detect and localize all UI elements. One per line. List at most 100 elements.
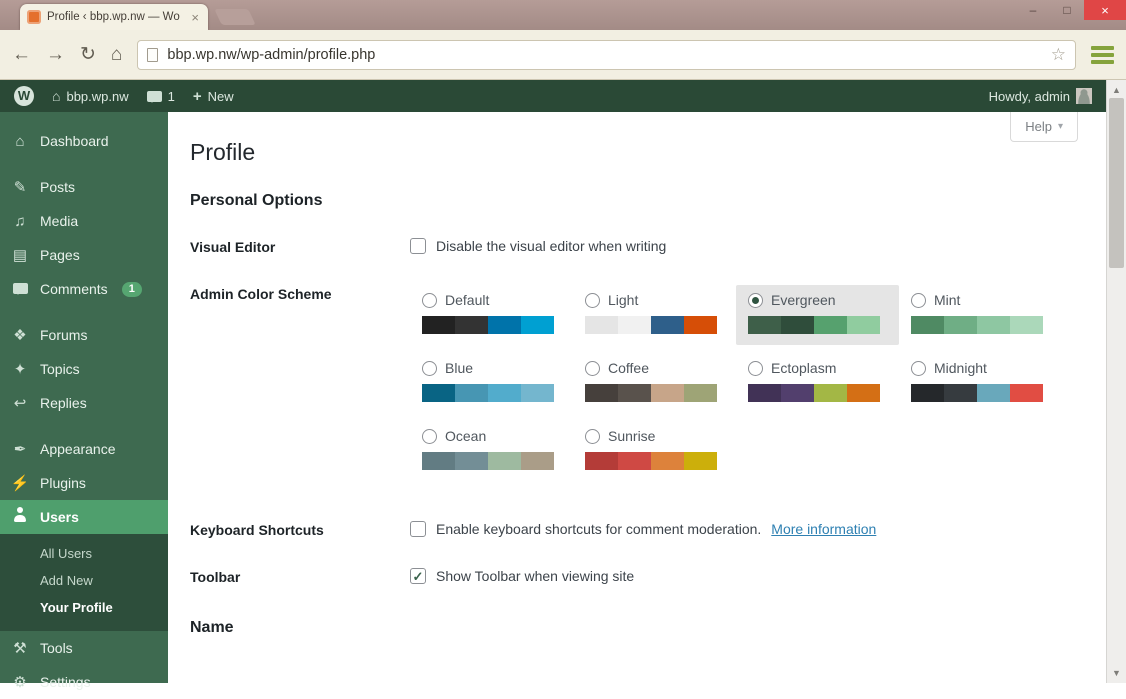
color-swatch (814, 316, 847, 334)
color-swatch (422, 452, 455, 470)
site-name[interactable]: bbp.wp.nw (66, 89, 128, 104)
sidebar-item-tools[interactable]: ⚒ Tools (0, 631, 168, 665)
scroll-down-icon[interactable]: ▼ (1107, 668, 1126, 678)
plugin-icon: ⚡ (10, 475, 30, 492)
scheme-swatches (422, 452, 561, 470)
sidebar-item-media[interactable]: ♫ Media (0, 204, 168, 238)
color-scheme-option-evergreen[interactable]: Evergreen (736, 285, 899, 345)
submenu-item-your-profile[interactable]: Your Profile (0, 594, 168, 621)
bookmark-star-icon[interactable]: ☆ (1051, 45, 1066, 65)
scrollbar-thumb[interactable] (1109, 98, 1124, 268)
radio-icon[interactable] (585, 428, 600, 444)
avatar (1076, 88, 1092, 104)
new-tab-button[interactable] (214, 9, 256, 25)
sidebar-item-label: Pages (40, 247, 80, 263)
sidebar-item-dashboard[interactable]: ⌂ Dashboard (0, 124, 168, 158)
radio-icon[interactable] (911, 360, 926, 376)
sidebar-item-users[interactable]: Users (0, 500, 168, 534)
admin-sidebar: ⌂ Dashboard ✎ Posts ♫ Media ▤ Pages Comm… (0, 112, 168, 691)
comments-count-badge: 1 (121, 281, 142, 297)
radio-icon[interactable] (911, 292, 926, 308)
color-swatch (521, 316, 554, 334)
new-content-menu[interactable]: + New (193, 88, 234, 105)
submenu-item-add-new[interactable]: Add New (0, 567, 168, 594)
sidebar-item-label: Topics (40, 361, 80, 377)
sidebar-item-label: Forums (40, 327, 88, 343)
sidebar-item-label: Tools (40, 640, 73, 656)
site-name-menu[interactable]: ⌂ bbp.wp.nw (52, 88, 129, 104)
tab-close-icon[interactable]: × (189, 10, 201, 25)
sidebar-item-label: Plugins (40, 475, 86, 491)
color-scheme-option-midnight[interactable]: Midnight (899, 353, 1062, 413)
color-swatch (748, 384, 781, 402)
address-bar[interactable]: bbp.wp.nw/wp-admin/profile.php ☆ (137, 39, 1076, 70)
url-text[interactable]: bbp.wp.nw/wp-admin/profile.php (167, 47, 375, 63)
color-swatch (455, 316, 488, 334)
help-button[interactable]: Help ▾ (1010, 112, 1078, 142)
browser-toolbar: ← → ↻ ⌂ bbp.wp.nw/wp-admin/profile.php ☆ (0, 30, 1126, 80)
sidebar-item-forums[interactable]: ❖ Forums (0, 318, 168, 352)
color-scheme-option-mint[interactable]: Mint (899, 285, 1062, 345)
more-information-link[interactable]: More information (771, 521, 876, 537)
sidebar-item-comments[interactable]: Comments 1 (0, 272, 168, 306)
my-account-menu[interactable]: Howdy, admin (989, 88, 1092, 104)
sidebar-item-plugins[interactable]: ⚡ Plugins (0, 466, 168, 500)
comments-shortcut[interactable]: 1 (146, 89, 175, 104)
browser-tab[interactable]: Profile ‹ bbp.wp.nw — Wo × (20, 4, 208, 30)
sidebar-item-topics[interactable]: ✦ Topics (0, 352, 168, 386)
check-icon: ✓ (412, 568, 424, 584)
sidebar-item-posts[interactable]: ✎ Posts (0, 170, 168, 204)
color-swatch (618, 384, 651, 402)
radio-icon[interactable] (585, 360, 600, 376)
scroll-up-icon[interactable]: ▲ (1107, 85, 1126, 95)
color-swatch (781, 384, 814, 402)
maximize-button[interactable]: □ (1050, 0, 1084, 20)
wordpress-logo-icon[interactable]: W (14, 86, 34, 106)
color-scheme-option-blue[interactable]: Blue (410, 353, 573, 413)
sidebar-item-appearance[interactable]: ✒ Appearance (0, 432, 168, 466)
radio-icon[interactable] (422, 360, 437, 376)
color-scheme-option-default[interactable]: Default (410, 285, 573, 345)
visual-editor-row: Visual Editor Disable the visual editor … (190, 238, 1106, 255)
submenu-item-all-users[interactable]: All Users (0, 540, 168, 567)
sidebar-item-label: Users (40, 509, 79, 525)
close-button[interactable]: × (1084, 0, 1126, 20)
page-scrollbar[interactable]: ▲ ▼ (1106, 80, 1126, 683)
keyboard-shortcuts-checkbox[interactable] (410, 521, 426, 537)
visual-editor-checkbox[interactable] (410, 238, 426, 254)
forward-icon[interactable]: → (46, 45, 65, 64)
radio-icon[interactable] (422, 292, 437, 308)
sidebar-item-settings[interactable]: ⚙ Settings (0, 665, 168, 699)
color-scheme-option-light[interactable]: Light (573, 285, 736, 345)
sidebar-item-label: Media (40, 213, 79, 229)
color-scheme-option-ectoplasm[interactable]: Ectoplasm (736, 353, 899, 413)
color-swatch (847, 316, 880, 334)
reload-icon[interactable]: ↻ (80, 45, 96, 64)
color-scheme-option-ocean[interactable]: Ocean (410, 421, 573, 481)
radio-icon[interactable] (748, 360, 763, 376)
radio-icon[interactable] (585, 292, 600, 308)
color-scheme-option-sunrise[interactable]: Sunrise (573, 421, 736, 481)
color-swatch (944, 384, 977, 402)
tools-icon: ⚒ (13, 640, 27, 657)
color-swatch (748, 316, 781, 334)
minimize-button[interactable]: – (1016, 0, 1050, 20)
color-swatch (488, 452, 521, 470)
dashboard-icon: ⌂ (15, 132, 25, 150)
new-label: New (207, 88, 234, 104)
browser-menu-icon[interactable] (1091, 42, 1114, 68)
back-icon[interactable]: ← (12, 45, 31, 64)
color-swatch (422, 384, 455, 402)
scheme-name: Sunrise (608, 428, 656, 444)
color-scheme-option-coffee[interactable]: Coffee (573, 353, 736, 413)
field-label: Visual Editor (190, 239, 276, 255)
sidebar-item-replies[interactable]: ↩ Replies (0, 386, 168, 420)
radio-icon[interactable] (748, 292, 763, 308)
home-icon[interactable]: ⌂ (111, 45, 122, 64)
sidebar-item-pages[interactable]: ▤ Pages (0, 238, 168, 272)
toolbar-checkbox[interactable]: ✓ (410, 568, 426, 584)
topics-icon: ✦ (13, 361, 27, 378)
person-icon (10, 507, 30, 527)
radio-icon[interactable] (422, 428, 437, 444)
scheme-name: Blue (445, 360, 474, 376)
